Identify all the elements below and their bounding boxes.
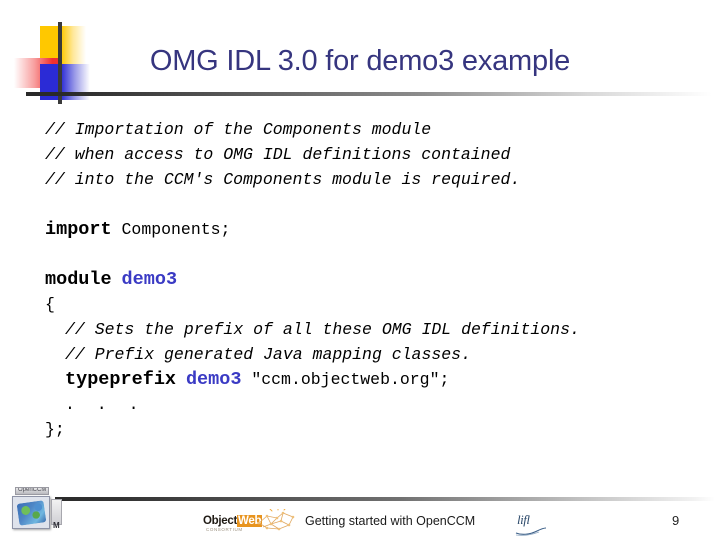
code-line: // into the CCM's Components module is r…: [45, 167, 715, 192]
code-token-plain: . . .: [65, 395, 145, 414]
code-token-comment: // Sets the prefix of all these OMG IDL …: [65, 320, 580, 339]
code-line: // Sets the prefix of all these OMG IDL …: [45, 317, 715, 342]
code-line: // Importation of the Components module: [45, 117, 715, 142]
openccm-logo-caption: OpenCCM: [18, 487, 47, 493]
code-line: typeprefix demo3 "ccm.objectweb.org";: [45, 367, 715, 392]
idl-code-block: // Importation of the Components module /…: [45, 117, 715, 442]
title-underline-rule: [26, 92, 712, 96]
code-line: module demo3: [45, 267, 715, 292]
code-line: import Components;: [45, 217, 715, 242]
lifl-logo: lifl: [515, 509, 549, 536]
globe-icon: [16, 500, 47, 526]
code-line: // Prefix generated Java mapping classes…: [45, 342, 715, 367]
openccm-logo: OpenCCM M: [9, 487, 67, 533]
objectweb-network-icon: [253, 509, 299, 535]
code-line: // when access to OMG IDL definitions co…: [45, 142, 715, 167]
code-token-plain: {: [45, 295, 55, 314]
objectweb-logo: ObjectWeb CONSORTIUM: [203, 509, 299, 537]
code-token-identifier: demo3: [185, 369, 242, 390]
code-token-comment: // Prefix generated Java mapping classes…: [65, 345, 471, 364]
objectweb-logo-object: Object: [203, 515, 237, 527]
lifl-logo-swoosh: [515, 523, 547, 536]
code-line: . . .: [45, 392, 715, 417]
code-token-keyword: import: [45, 219, 112, 240]
code-token-plain: };: [45, 420, 65, 439]
code-token-comment: // into the CCM's Components module is r…: [45, 170, 521, 189]
code-token-comment: // when access to OMG IDL definitions co…: [45, 145, 511, 164]
openccm-logo-frame: [12, 496, 50, 529]
code-token-keyword: module: [45, 269, 112, 290]
page-title: OMG IDL 3.0 for demo3 example: [149, 45, 571, 77]
openccm-logo-titlebar: OpenCCM: [15, 487, 49, 495]
code-token-comment: // Importation of the Components module: [45, 120, 432, 139]
objectweb-logo-tagline: CONSORTIUM: [206, 527, 243, 532]
code-line: {: [45, 292, 715, 317]
openccm-logo-side-letter: M: [53, 521, 60, 530]
page-number: 9: [672, 513, 680, 528]
code-token-identifier: demo3: [121, 269, 178, 290]
code-token-keyword: typeprefix: [65, 369, 177, 390]
code-token-plain: Components;: [111, 220, 231, 239]
code-token-plain: "ccm.objectweb.org";: [241, 370, 450, 389]
footer-text: Getting started with OpenCCM: [305, 514, 476, 528]
code-line: };: [45, 417, 715, 442]
footer-rule: [55, 497, 715, 501]
